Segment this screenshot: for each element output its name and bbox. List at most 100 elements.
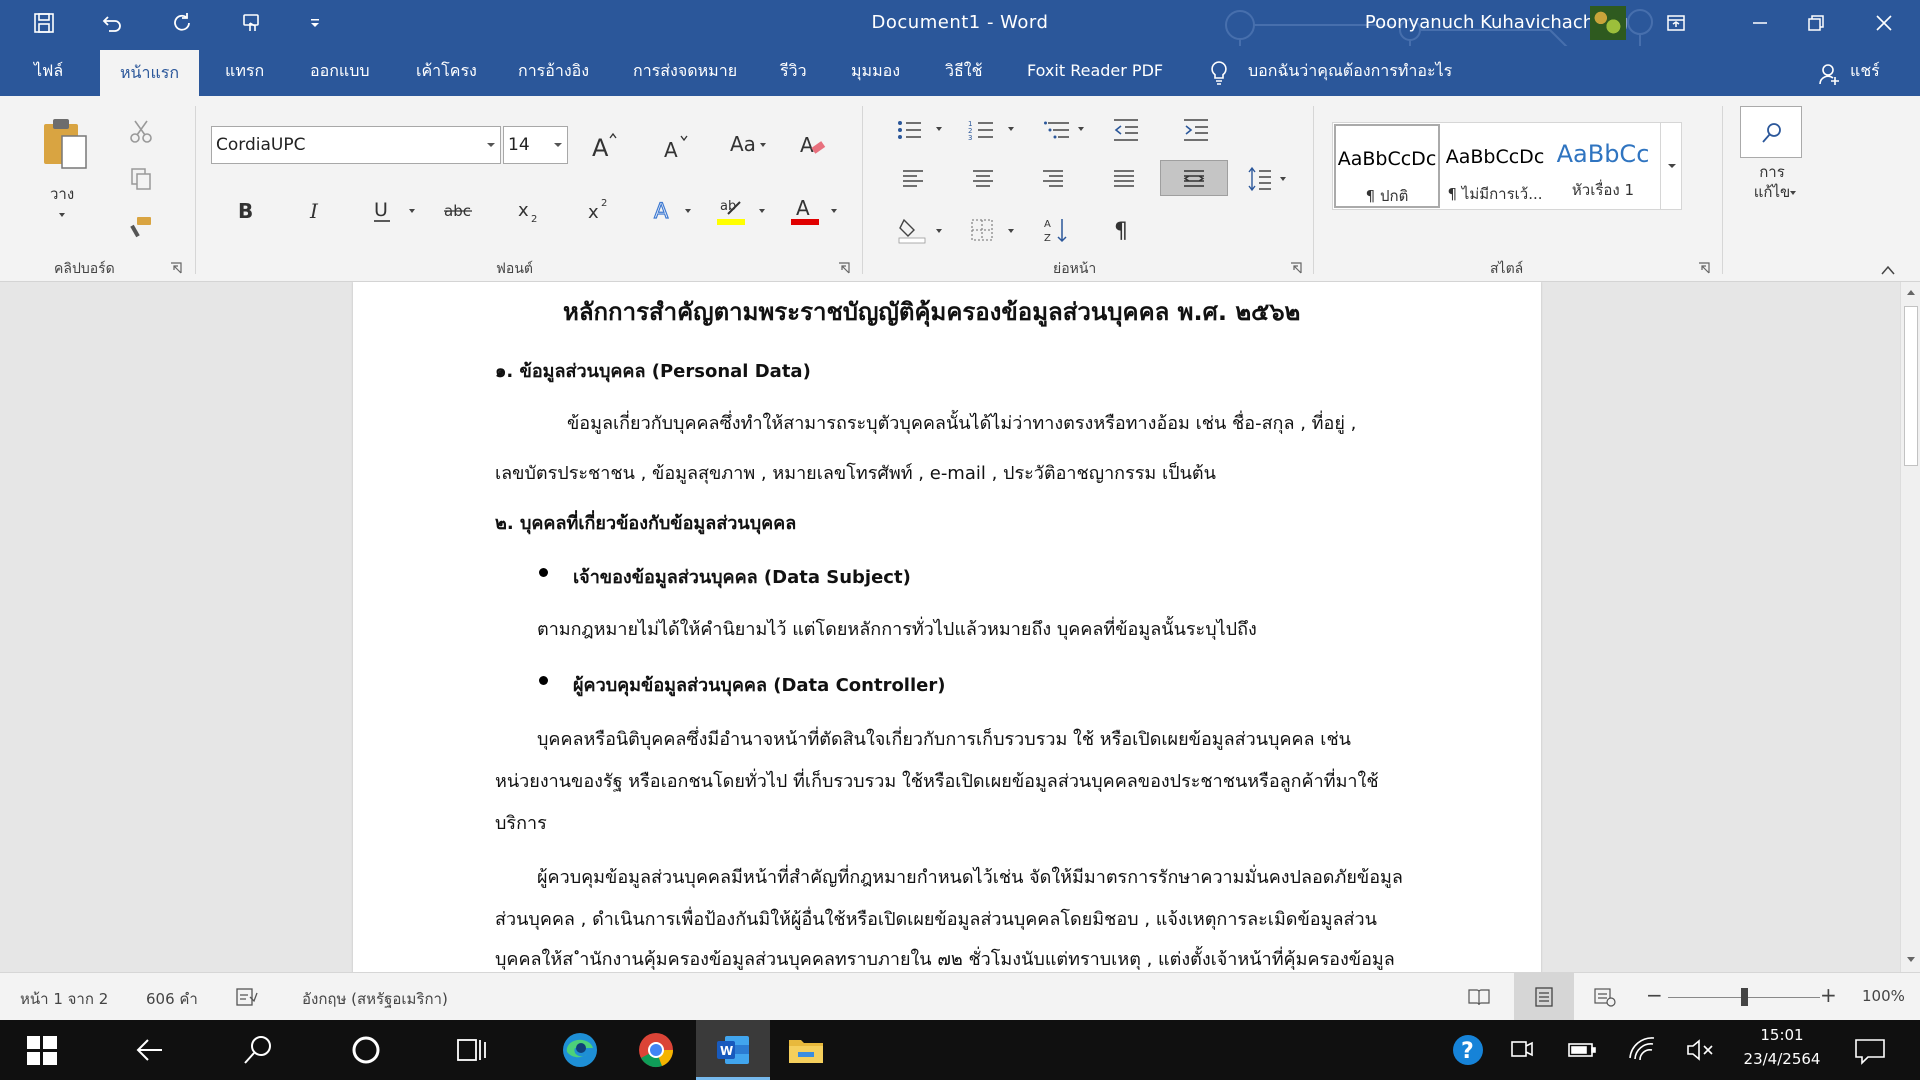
bullets-icon[interactable]	[896, 118, 922, 142]
ribbon-display-options-icon[interactable]	[1652, 6, 1700, 40]
copy-icon[interactable]	[128, 166, 154, 192]
bold-icon[interactable]: B	[234, 196, 258, 224]
superscript-icon[interactable]: x2	[586, 194, 614, 224]
style-normal[interactable]: AaBbCcDc ¶ ปกติ	[1334, 124, 1440, 208]
proofing-icon[interactable]	[236, 987, 258, 1007]
change-case-dropdown-icon[interactable]	[758, 140, 768, 150]
paragraph-launcher-icon[interactable]	[1290, 262, 1302, 274]
user-name[interactable]: Poonyanuch Kuhavichachang	[1365, 12, 1628, 33]
shrink-font-icon[interactable]: A	[662, 132, 690, 160]
wifi-icon[interactable]	[1626, 1030, 1658, 1070]
paste-dropdown-icon[interactable]	[57, 210, 67, 220]
underline-icon[interactable]: U	[370, 196, 394, 224]
zoom-in-button[interactable]: +	[1820, 983, 1837, 1007]
find-button[interactable]	[1740, 106, 1802, 158]
thai-distributed-button[interactable]	[1160, 160, 1228, 196]
chevron-down-icon[interactable]	[486, 141, 496, 149]
tab-insert[interactable]: แทรก	[225, 58, 264, 84]
scroll-thumb[interactable]	[1904, 306, 1918, 466]
styles-more-button[interactable]	[1660, 122, 1682, 210]
read-mode-icon[interactable]	[1468, 987, 1490, 1007]
italic-icon[interactable]: I	[304, 196, 328, 224]
align-right-icon[interactable]	[1042, 168, 1064, 190]
line-spacing-dropdown-icon[interactable]	[1278, 174, 1288, 184]
text-effects-dropdown-icon[interactable]	[683, 206, 693, 216]
subscript-icon[interactable]: x2	[516, 196, 544, 226]
shading-dropdown-icon[interactable]	[934, 226, 944, 236]
paste-icon[interactable]	[40, 116, 90, 172]
tell-me-search[interactable]: บอกฉันว่าคุณต้องการทำอะไร	[1248, 58, 1452, 84]
close-icon[interactable]	[1860, 6, 1908, 40]
editing-dropdown-icon[interactable]	[1788, 188, 1798, 198]
file-explorer-icon[interactable]	[786, 1030, 826, 1070]
styles-launcher-icon[interactable]	[1698, 262, 1710, 274]
clipboard-launcher-icon[interactable]	[170, 262, 182, 274]
word-taskbar-button[interactable]: W	[696, 1020, 770, 1080]
windows-start-icon[interactable]	[22, 1030, 62, 1070]
multilevel-dropdown-icon[interactable]	[1076, 124, 1086, 134]
underline-dropdown-icon[interactable]	[407, 206, 417, 216]
tab-references[interactable]: การอ้างอิง	[518, 58, 589, 84]
borders-dropdown-icon[interactable]	[1006, 226, 1016, 236]
share-button[interactable]: แชร์	[1850, 58, 1880, 84]
tab-layout[interactable]: เค้าโครง	[416, 58, 477, 84]
tab-foxit-reader-pdf[interactable]: Foxit Reader PDF	[1027, 58, 1163, 84]
line-spacing-icon[interactable]	[1248, 166, 1272, 192]
scroll-up-icon[interactable]	[1906, 288, 1916, 296]
document-area[interactable]: หลักการสำคัญตามพระราชบัญญัติคุ้มครองข้อม…	[0, 282, 1900, 972]
word-count[interactable]: 606 คำ	[146, 987, 198, 1011]
task-view-icon[interactable]	[452, 1030, 492, 1070]
numbering-icon[interactable]: 123	[968, 118, 994, 142]
language[interactable]: อังกฤษ (สหรัฐอเมริกา)	[302, 987, 448, 1011]
print-layout-button[interactable]	[1514, 973, 1574, 1021]
justify-icon[interactable]	[1113, 168, 1135, 190]
font-name-box[interactable]: CordiaUPC	[211, 126, 501, 164]
cortana-icon[interactable]	[346, 1030, 386, 1070]
highlight-color-icon[interactable]: ab	[716, 194, 746, 226]
tab-review[interactable]: รีวิว	[780, 58, 807, 84]
paste-label[interactable]: วาง	[50, 182, 74, 206]
notifications-icon[interactable]	[1852, 1030, 1888, 1070]
highlight-dropdown-icon[interactable]	[757, 206, 767, 216]
meet-now-icon[interactable]	[1506, 1030, 1538, 1070]
zoom-out-button[interactable]: −	[1646, 983, 1663, 1007]
style-heading-1[interactable]: AaBbCc หัวเรื่อง 1	[1550, 124, 1656, 208]
tab-design[interactable]: ออกแบบ	[310, 58, 370, 84]
web-layout-icon[interactable]	[1594, 987, 1616, 1007]
grow-font-icon[interactable]: A	[590, 130, 618, 160]
scroll-down-icon[interactable]	[1906, 956, 1916, 964]
avatar[interactable]	[1590, 6, 1626, 40]
format-painter-icon[interactable]	[128, 214, 154, 240]
align-left-icon[interactable]	[902, 168, 924, 190]
tab-mailings[interactable]: การส่งจดหมาย	[633, 58, 737, 84]
chrome-browser-icon[interactable]	[636, 1030, 676, 1070]
sort-icon[interactable]: AZ	[1044, 216, 1068, 244]
increase-indent-icon[interactable]	[1183, 118, 1209, 142]
style-no-spacing[interactable]: AaBbCcDc ¶ ไม่มีการเว้...	[1442, 124, 1548, 208]
bullets-dropdown-icon[interactable]	[934, 124, 944, 134]
font-color-dropdown-icon[interactable]	[829, 206, 839, 216]
cut-icon[interactable]	[128, 118, 154, 144]
page-count[interactable]: หน้า 1 จาก 2	[20, 987, 108, 1011]
vertical-scrollbar[interactable]	[1900, 282, 1920, 972]
lightbulb-icon[interactable]	[1207, 60, 1231, 86]
collapse-ribbon-icon[interactable]	[1880, 264, 1896, 276]
chevron-down-icon[interactable]	[553, 141, 563, 149]
document-page[interactable]: หลักการสำคัญตามพระราชบัญญัติคุ้มครองข้อม…	[353, 282, 1541, 972]
zoom-slider-thumb[interactable]	[1741, 988, 1748, 1006]
strikethrough-icon[interactable]: abc	[443, 196, 473, 224]
tab-view[interactable]: มุมมอง	[851, 58, 900, 84]
font-size-box[interactable]: 14	[503, 126, 568, 164]
align-center-icon[interactable]	[972, 168, 994, 190]
text-effects-icon[interactable]: A	[652, 196, 678, 224]
minimize-icon[interactable]	[1736, 6, 1784, 40]
help-icon[interactable]: ?	[1448, 1030, 1488, 1070]
numbering-dropdown-icon[interactable]	[1006, 124, 1016, 134]
battery-icon[interactable]	[1566, 1030, 1598, 1070]
change-case-button[interactable]: Aa	[730, 132, 756, 156]
back-arrow-icon[interactable]	[130, 1030, 170, 1070]
shading-icon[interactable]	[898, 216, 926, 244]
clear-formatting-icon[interactable]: A	[798, 130, 826, 158]
restore-icon[interactable]	[1792, 6, 1840, 40]
clock-time[interactable]: 15:01	[1744, 1026, 1820, 1044]
